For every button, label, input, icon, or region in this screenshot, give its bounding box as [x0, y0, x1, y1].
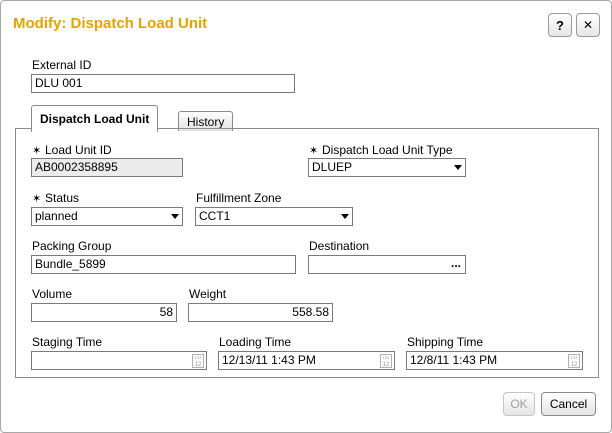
weight-field[interactable]: 558.58 [188, 303, 333, 322]
weight-label: Weight [189, 287, 227, 301]
volume-field[interactable]: 58 [31, 303, 177, 322]
help-button[interactable]: ? [548, 13, 572, 37]
loading-time-label: Loading Time [219, 335, 292, 349]
ok-button[interactable]: OK [503, 392, 535, 416]
loading-time-value: 12/13/11 1:43 PM [222, 353, 316, 367]
dlu-type-value: DLUEP [312, 160, 353, 174]
svg-text:12: 12 [195, 362, 202, 368]
status-select[interactable]: planned [31, 207, 183, 226]
modify-dialog: Modify: Dispatch Load Unit ? ✕ External … [0, 0, 612, 433]
calendar-icon[interactable]: 123 12 [192, 353, 204, 368]
status-label: Status [45, 191, 80, 205]
svg-text:12: 12 [383, 362, 390, 368]
chevron-down-icon [454, 165, 462, 170]
svg-text:123: 123 [571, 355, 578, 360]
tab-dispatch-load-unit[interactable]: Dispatch Load Unit [31, 105, 159, 132]
dlu-type-label: Dispatch Load Unit Type [322, 143, 453, 157]
required-marker-icon: ✶ [32, 145, 42, 157]
cancel-button[interactable]: Cancel [541, 392, 596, 416]
destination-label: Destination [309, 239, 370, 253]
dialog-title: Modify: Dispatch Load Unit [13, 15, 208, 32]
svg-text:12: 12 [571, 362, 578, 368]
load-unit-id-field: AB0002358895 [31, 158, 183, 177]
fulfillment-zone-value: CCT1 [199, 209, 231, 223]
svg-text:123: 123 [383, 355, 390, 360]
packing-group-label: Packing Group [32, 239, 112, 253]
shipping-time-label: Shipping Time [407, 335, 484, 349]
chevron-down-icon [171, 214, 179, 219]
help-icon: ? [556, 17, 564, 33]
dlu-type-select[interactable]: DLUEP [308, 158, 466, 177]
calendar-icon[interactable]: 123 12 [380, 353, 392, 368]
staging-time-label: Staging Time [32, 335, 103, 349]
chevron-down-icon [341, 214, 349, 219]
required-marker-icon: ✶ [32, 193, 42, 205]
shipping-time-value: 12/8/11 1:43 PM [410, 353, 498, 367]
external-id-field[interactable]: DLU 001 [31, 74, 295, 93]
svg-text:123: 123 [195, 355, 202, 360]
shipping-time-field[interactable]: 12/8/11 1:43 PM 123 12 [406, 351, 583, 370]
browse-button[interactable]: ... [451, 256, 461, 271]
staging-time-field[interactable]: 123 12 [31, 351, 207, 370]
external-id-label: External ID [32, 58, 92, 72]
fulfillment-zone-select[interactable]: CCT1 [195, 207, 353, 226]
destination-field[interactable]: ... [308, 255, 466, 274]
close-button[interactable]: ✕ [576, 13, 600, 37]
required-marker-icon: ✶ [309, 145, 319, 157]
close-icon: ✕ [582, 18, 594, 32]
fulfillment-zone-label: Fulfillment Zone [196, 191, 282, 205]
volume-label: Volume [32, 287, 73, 301]
loading-time-field[interactable]: 12/13/11 1:43 PM 123 12 [218, 351, 395, 370]
load-unit-id-label: Load Unit ID [45, 143, 112, 157]
calendar-icon[interactable]: 123 12 [568, 353, 580, 368]
status-value: planned [35, 209, 78, 223]
packing-group-field[interactable]: Bundle_5899 [31, 255, 296, 274]
